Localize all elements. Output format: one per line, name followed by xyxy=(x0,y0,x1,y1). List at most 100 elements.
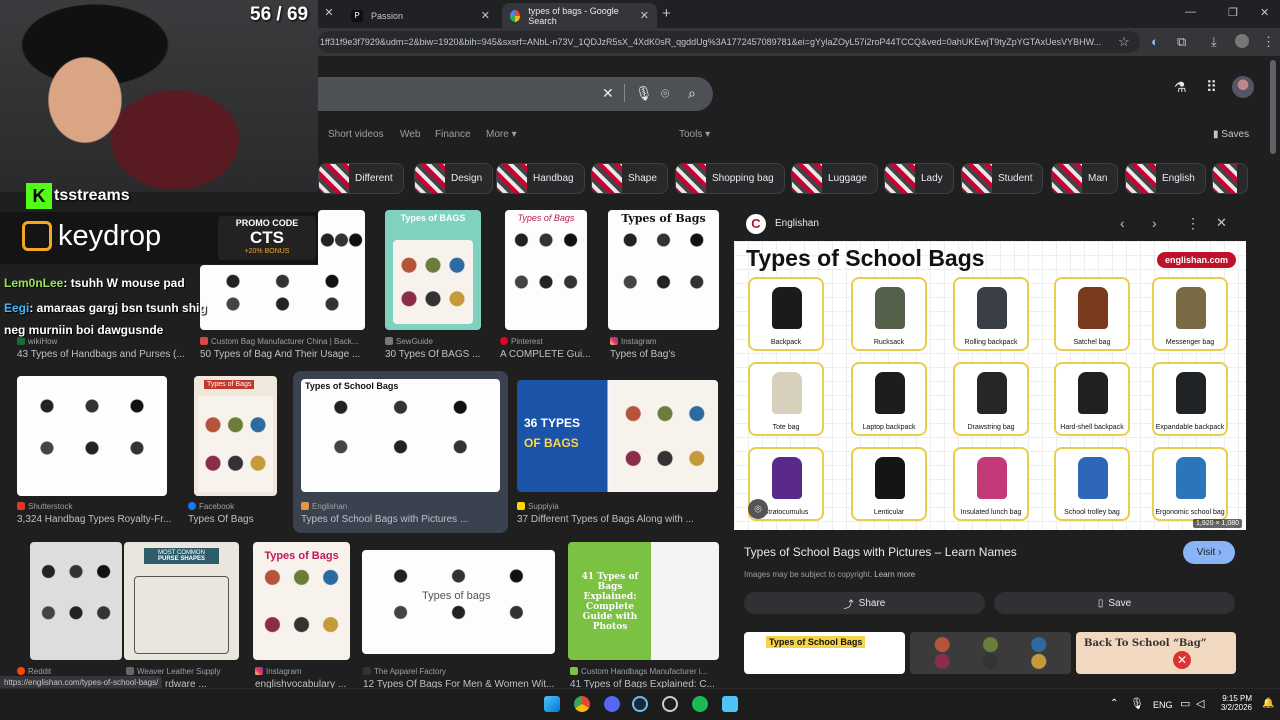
related-image[interactable] xyxy=(910,632,1071,674)
result-image-custom-handbags[interactable]: 41 Types of Bags Explained: Complete Gui… xyxy=(568,542,719,660)
address-bar[interactable]: 1ff31f9e3f7929&udm=2&biw=1920&bih=945&sx… xyxy=(318,31,1140,53)
close-window-button[interactable]: ✕ xyxy=(1260,6,1269,19)
bookmark-star-icon[interactable]: ☆ xyxy=(1118,34,1130,50)
new-tab-button[interactable]: + xyxy=(662,5,671,22)
result-image-instagram[interactable]: Types of Bags xyxy=(608,210,719,330)
result-title[interactable]: Types of School Bags with Pictures ... xyxy=(301,514,501,525)
related-title: Back To School “Bag” xyxy=(1084,638,1207,649)
previous-arrow-icon[interactable]: ‹ xyxy=(1120,215,1125,231)
chip-luggage[interactable]: Luggage xyxy=(791,163,878,194)
steam-icon[interactable] xyxy=(632,696,648,712)
chip-thumbnail xyxy=(1126,164,1156,193)
chip-different[interactable]: Different xyxy=(318,163,404,194)
search-icon[interactable]: ⌕ xyxy=(688,85,696,102)
scrollbar[interactable] xyxy=(1270,60,1276,154)
visit-label: Visit xyxy=(1196,547,1216,558)
close-tab-icon[interactable]: ✕ xyxy=(481,9,490,22)
labs-flask-icon[interactable]: ⚗ xyxy=(1174,79,1187,96)
result-title[interactable]: 37 Different Types of Bags Along with ..… xyxy=(517,514,717,525)
profile-avatar[interactable] xyxy=(1235,34,1249,48)
extensions-puzzle-icon[interactable]: ⧉ xyxy=(1177,34,1186,50)
tab-short-videos[interactable]: Short videos xyxy=(328,129,384,140)
more-options-icon[interactable]: ⋮ xyxy=(1186,215,1200,232)
lens-camera-icon[interactable]: ⌾ xyxy=(661,85,669,102)
chip-english[interactable]: English xyxy=(1125,163,1206,194)
preview-image[interactable]: Types of School Bags englishan.com Backp… xyxy=(734,241,1246,530)
result-title[interactable]: 3,324 Handbag Types Royalty-Fr... xyxy=(17,514,187,525)
share-label: Share xyxy=(858,597,886,609)
network-icon[interactable]: ▭ xyxy=(1180,697,1190,710)
clear-search-icon[interactable]: ✕ xyxy=(602,85,614,102)
apps-grid-icon[interactable]: ⠿ xyxy=(1206,78,1217,96)
next-arrow-icon[interactable]: › xyxy=(1152,215,1157,231)
result-image-instagram-2[interactable]: Types of Bags xyxy=(253,542,350,660)
result-image-englishan[interactable]: Types of School Bags xyxy=(301,379,500,492)
related-image[interactable]: Types of School Bags xyxy=(744,632,905,674)
chrome-icon[interactable] xyxy=(574,696,590,712)
kts-label: tsstreams xyxy=(54,187,130,204)
result-source: Facebook xyxy=(188,502,283,511)
chip-student[interactable]: Student xyxy=(961,163,1044,194)
instagram-icon xyxy=(255,667,263,675)
tab-finance[interactable]: Finance xyxy=(435,129,471,140)
chip-man[interactable]: Man xyxy=(1051,163,1119,194)
lens-search-icon[interactable]: ⌾ xyxy=(748,499,768,519)
menu-kebab-icon[interactable]: ⋮ xyxy=(1262,34,1275,50)
windows-start-icon[interactable] xyxy=(544,696,560,712)
obs-icon[interactable] xyxy=(662,696,678,712)
tab-web[interactable]: Web xyxy=(400,129,420,140)
result-image-custom-bag[interactable] xyxy=(200,265,365,330)
language-indicator[interactable]: ENG xyxy=(1153,700,1173,710)
panel-title[interactable]: Types of School Bags with Pictures – Lea… xyxy=(744,545,1017,559)
result-image-pinterest[interactable]: Types of Bags xyxy=(505,210,587,330)
result-title[interactable]: 50 Types of Bag And Their Usage ... xyxy=(200,349,365,360)
panel-source-name[interactable]: Englishan xyxy=(775,218,819,229)
tab-passion[interactable]: P Passion ✕ xyxy=(343,3,498,28)
result-image-supplyia[interactable]: 36 TYPES OF BAGS xyxy=(517,380,718,492)
chip-shape[interactable]: Shape xyxy=(591,163,668,194)
extension-icon[interactable]: ◐ xyxy=(1151,34,1159,49)
result-image-reddit[interactable] xyxy=(30,542,122,660)
bag-illustration xyxy=(772,457,802,499)
result-image-apparel-factory[interactable]: Types of bags xyxy=(362,550,555,654)
chip-design[interactable]: Design xyxy=(414,163,494,194)
result-title[interactable]: Types Of Bags xyxy=(188,514,283,525)
volume-icon[interactable]: ◁ xyxy=(1196,697,1204,710)
chip-lady[interactable]: Lady xyxy=(884,163,954,194)
download-icon[interactable]: ⤓ xyxy=(1211,34,1217,50)
chip-shopping-bag[interactable]: Shopping bag xyxy=(675,163,785,194)
save-button[interactable]: ▯ Save xyxy=(994,592,1235,614)
tab-google-search[interactable]: types of bags - Google Search ✕ xyxy=(502,3,657,28)
spotify-icon[interactable] xyxy=(692,696,708,712)
clock[interactable]: 9:15 PM 3/2/2026 xyxy=(1214,694,1252,712)
discord-icon[interactable] xyxy=(604,696,620,712)
visit-button[interactable]: Visit › xyxy=(1183,541,1235,564)
saves-button[interactable]: ▮ Saves xyxy=(1213,129,1249,140)
close-tab-icon[interactable]: ✕ xyxy=(640,9,649,22)
close-panel-icon[interactable]: ✕ xyxy=(1216,215,1227,231)
result-image-facebook[interactable]: Types of Bags xyxy=(194,376,277,496)
maximize-button[interactable]: ❐ xyxy=(1228,6,1238,19)
result-title[interactable]: Types of Bag's xyxy=(610,349,720,360)
result-title[interactable]: 43 Types of Handbags and Purses (... xyxy=(17,349,192,360)
share-button[interactable]: ⤴ Share xyxy=(744,592,985,614)
google-account-avatar[interactable] xyxy=(1232,76,1254,98)
chip-more[interactable] xyxy=(1212,163,1248,194)
close-tab-icon[interactable]: ✕ xyxy=(318,6,340,24)
minimize-button[interactable]: — xyxy=(1185,6,1196,18)
chip-handbag[interactable]: Handbag xyxy=(496,163,585,194)
chevron-up-icon[interactable]: ⌃ xyxy=(1110,698,1118,709)
learn-more-link[interactable]: Learn more xyxy=(874,570,915,579)
notepad-icon[interactable] xyxy=(722,696,738,712)
result-title[interactable]: 30 Types Of BAGS ... xyxy=(385,349,495,360)
tab-more[interactable]: More ▾ xyxy=(486,129,517,140)
related-image[interactable]: Back To School “Bag” ✕ xyxy=(1076,632,1236,674)
notification-bell-icon[interactable]: 🔔 xyxy=(1262,698,1274,709)
result-title[interactable]: A COMPLETE Gui... xyxy=(500,349,595,360)
tools-button[interactable]: Tools ▾ xyxy=(679,129,710,140)
result-image-weaver[interactable]: MOST COMMON PURSE SHAPES xyxy=(124,542,239,660)
microphone-icon[interactable]: 🎙 xyxy=(1130,697,1144,710)
result-image-sewguide[interactable]: Types of BAGS xyxy=(385,210,481,330)
microphone-icon[interactable]: 🎙 xyxy=(635,85,653,102)
result-image-shutterstock[interactable] xyxy=(17,376,167,496)
